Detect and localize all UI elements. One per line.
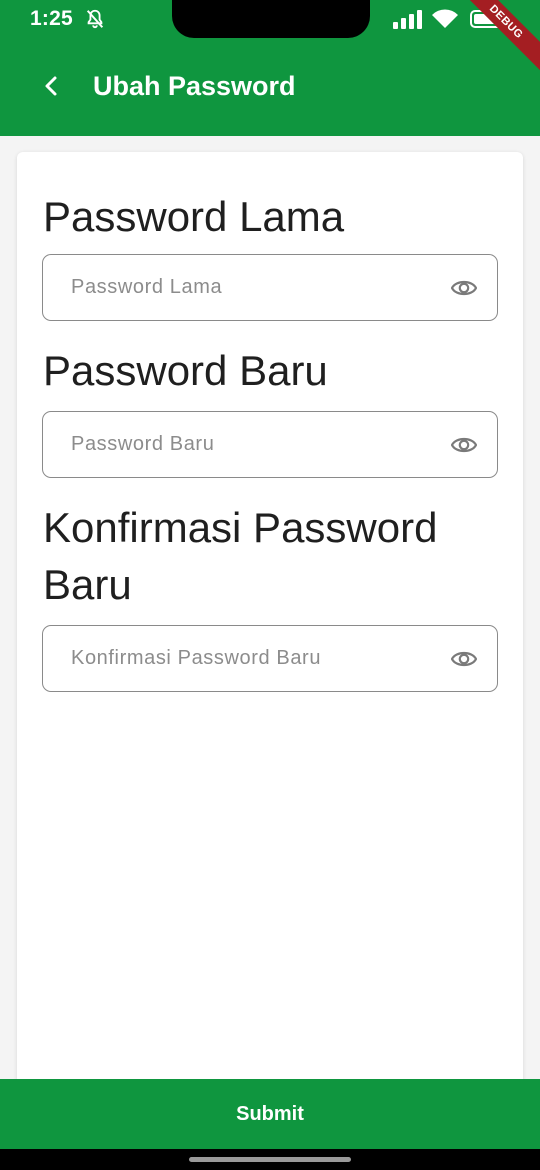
app-bar: Ubah Password: [0, 38, 540, 136]
eye-icon[interactable]: [451, 647, 477, 671]
signal-icon: [393, 10, 422, 29]
wifi-icon: [432, 9, 458, 28]
bell-off-icon: [86, 9, 104, 29]
back-button[interactable]: [36, 71, 66, 101]
submit-button[interactable]: Submit: [0, 1079, 540, 1149]
status-bar: 1:25 DEBUG: [0, 0, 540, 72]
old-password-label: Password Lama: [43, 193, 345, 240]
old-password-input[interactable]: [71, 255, 441, 320]
confirm-password-input[interactable]: [71, 626, 441, 691]
camera-notch: [172, 0, 370, 38]
new-password-input[interactable]: [71, 412, 441, 477]
new-password-label: Password Baru: [43, 347, 328, 394]
eye-icon[interactable]: [451, 276, 477, 300]
chevron-left-icon: [45, 76, 57, 96]
old-password-field[interactable]: [42, 254, 498, 321]
status-time: 1:25: [30, 7, 73, 30]
eye-icon[interactable]: [451, 433, 477, 457]
home-indicator[interactable]: [189, 1157, 351, 1162]
new-password-field[interactable]: [42, 411, 498, 478]
confirm-password-field[interactable]: [42, 625, 498, 692]
system-nav-bar: [0, 1149, 540, 1170]
password-form-card: Password Lama Password Baru Konfirmasi P…: [17, 152, 523, 1087]
page-title: Ubah Password: [93, 71, 296, 101]
confirm-password-label: Konfirmasi Password Baru: [43, 504, 438, 608]
